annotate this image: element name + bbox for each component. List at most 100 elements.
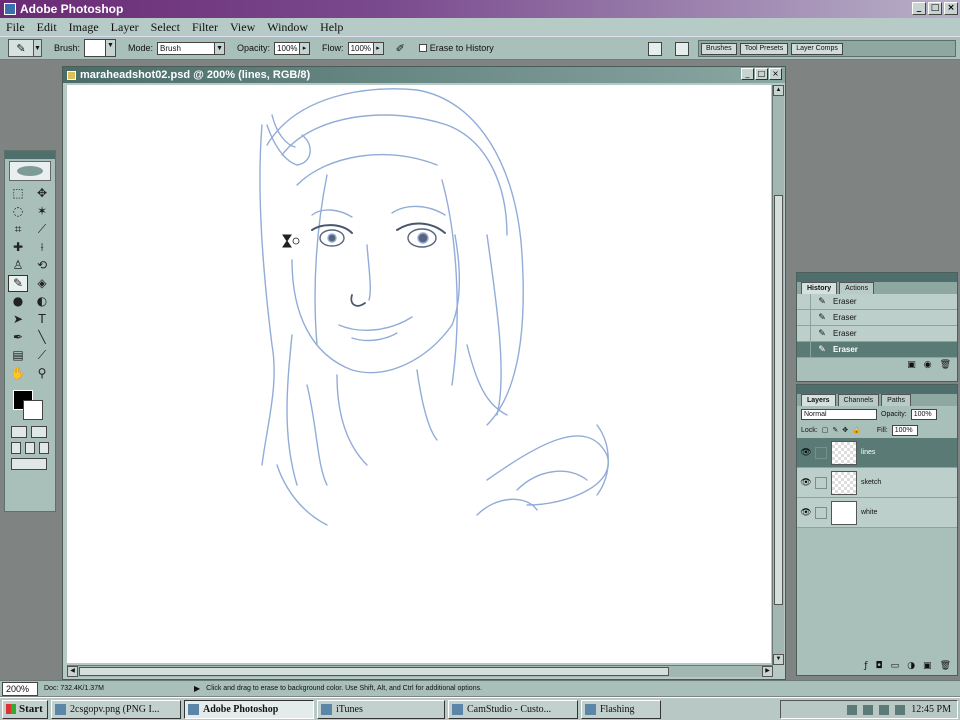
- new-document-from-state-icon[interactable]: ▣: [907, 360, 916, 370]
- mode-select[interactable]: Brush: [157, 41, 216, 55]
- lock-transparency-icon[interactable]: ▢: [822, 426, 829, 434]
- slice-tool-icon[interactable]: ⟋: [32, 221, 52, 238]
- menu-window[interactable]: Window: [267, 20, 308, 35]
- history-item[interactable]: ✎ Eraser: [797, 293, 957, 310]
- chevron-down-icon[interactable]: ▼: [34, 39, 42, 57]
- background-color-swatch[interactable]: [23, 400, 43, 420]
- layer-fill-field[interactable]: 100%: [891, 424, 918, 436]
- eye-icon[interactable]: 👁: [797, 448, 815, 458]
- menu-layer[interactable]: Layer: [111, 20, 139, 35]
- lock-all-icon[interactable]: 🔒: [852, 426, 861, 434]
- maximize-button[interactable]: □: [928, 2, 942, 15]
- menu-image[interactable]: Image: [69, 20, 99, 35]
- scroll-up-arrow-icon[interactable]: ▲: [773, 85, 784, 96]
- menu-filter[interactable]: Filter: [192, 20, 218, 35]
- hand-tool-icon[interactable]: ✋: [8, 365, 28, 382]
- taskbar-item[interactable]: CamStudio - Custo...: [448, 699, 578, 719]
- eraser-tool-icon[interactable]: ✎: [8, 275, 28, 292]
- clock[interactable]: 12:45 PM: [911, 704, 951, 715]
- document-title-bar[interactable]: maraheadshot02.psd @ 200% (lines, RGB/8): [63, 67, 785, 83]
- layers-palette-header[interactable]: [797, 385, 957, 394]
- file-browser-icon[interactable]: [648, 42, 662, 56]
- lock-position-icon[interactable]: ✥: [842, 426, 848, 434]
- tab-actions[interactable]: Actions: [839, 282, 875, 294]
- horizontal-scroll-thumb[interactable]: [79, 667, 669, 676]
- flow-field[interactable]: 100%: [347, 41, 374, 55]
- brush-picker[interactable]: [84, 39, 107, 57]
- dodge-tool-icon[interactable]: ◐: [32, 293, 52, 310]
- toolbox-header[interactable]: [5, 151, 55, 159]
- screen-mode-full-button[interactable]: [39, 442, 49, 454]
- airbrush-icon[interactable]: ✐: [396, 42, 405, 55]
- horizontal-scrollbar[interactable]: ◀ ▶: [67, 665, 773, 677]
- start-button[interactable]: Start: [2, 699, 48, 719]
- new-snapshot-icon[interactable]: ◉: [924, 360, 932, 370]
- line-tool-icon[interactable]: ╲: [32, 329, 52, 346]
- menu-select[interactable]: Select: [151, 20, 180, 35]
- layer-row[interactable]: 👁 lines: [797, 438, 957, 468]
- eyedropper-tool-icon[interactable]: ⟋: [32, 347, 52, 364]
- lasso-tool-icon[interactable]: ◌: [8, 203, 28, 220]
- tab-paths[interactable]: Paths: [881, 394, 912, 406]
- screen-mode-standard-button[interactable]: [11, 442, 21, 454]
- blur-tool-icon[interactable]: ●: [8, 293, 28, 310]
- delete-layer-icon[interactable]: 🗑: [940, 661, 951, 671]
- new-layer-icon[interactable]: ▣: [923, 661, 932, 671]
- palette-toggle-icon[interactable]: [675, 42, 689, 56]
- shield-icon[interactable]: [895, 704, 906, 715]
- scroll-left-arrow-icon[interactable]: ◀: [67, 666, 78, 677]
- well-tab-brushes[interactable]: Brushes: [701, 42, 737, 55]
- zoom-tool-icon[interactable]: ⚲: [32, 365, 52, 382]
- well-tab-layer-comps[interactable]: Layer Comps: [791, 42, 843, 55]
- new-set-icon[interactable]: ▭: [891, 661, 900, 671]
- layer-opacity-field[interactable]: 100%: [910, 408, 937, 420]
- mode-dropdown[interactable]: ▼: [215, 41, 226, 55]
- healing-brush-tool-icon[interactable]: ✚: [8, 239, 28, 256]
- vertical-scrollbar[interactable]: ▲ ▼: [772, 85, 784, 665]
- jump-to-imageready-button[interactable]: [11, 458, 47, 470]
- clone-stamp-tool-icon[interactable]: ♙: [8, 257, 28, 274]
- quick-mask-mode-button[interactable]: [31, 426, 47, 438]
- taskbar-item[interactable]: iTunes: [317, 699, 445, 719]
- tab-layers[interactable]: Layers: [801, 394, 836, 406]
- menu-file[interactable]: File: [6, 20, 25, 35]
- zoom-field[interactable]: 200%: [2, 681, 38, 696]
- tray-app-icon[interactable]: [847, 704, 858, 715]
- well-tab-tool-presets[interactable]: Tool Presets: [739, 42, 789, 55]
- eye-icon[interactable]: 👁: [797, 478, 815, 488]
- history-item[interactable]: ✎ Eraser: [797, 309, 957, 326]
- document-info[interactable]: Doc: 732.4K/1.37M: [44, 685, 194, 692]
- opacity-dropdown[interactable]: ▸: [300, 41, 311, 55]
- menu-edit[interactable]: Edit: [37, 20, 57, 35]
- adobe-online-logo[interactable]: [9, 161, 51, 181]
- history-palette-header[interactable]: [797, 273, 957, 282]
- network-icon[interactable]: [879, 704, 890, 715]
- close-button[interactable]: ×: [944, 2, 958, 15]
- magic-wand-tool-icon[interactable]: ✶: [32, 203, 52, 220]
- crop-tool-icon[interactable]: ⌗: [8, 221, 28, 238]
- history-item-selected[interactable]: ✎ Eraser: [797, 341, 957, 358]
- menu-view[interactable]: View: [230, 20, 255, 35]
- history-brush-tool-icon[interactable]: ⟲: [32, 257, 52, 274]
- layer-row[interactable]: 👁 white: [797, 498, 957, 528]
- path-selection-tool-icon[interactable]: ➤: [8, 311, 28, 328]
- tab-channels[interactable]: Channels: [837, 394, 880, 406]
- minimize-button[interactable]: _: [912, 2, 926, 15]
- volume-icon[interactable]: [863, 704, 874, 715]
- tool-preset-picker[interactable]: ✎: [8, 39, 34, 57]
- scroll-down-arrow-icon[interactable]: ▼: [773, 654, 784, 665]
- notes-tool-icon[interactable]: ▤: [8, 347, 28, 364]
- layer-style-icon[interactable]: ƒ: [864, 661, 867, 671]
- flow-dropdown[interactable]: ▸: [373, 41, 384, 55]
- tab-history[interactable]: History: [801, 282, 838, 294]
- history-item[interactable]: ✎ Eraser: [797, 325, 957, 342]
- screen-mode-full-menu-button[interactable]: [25, 442, 35, 454]
- scroll-right-arrow-icon[interactable]: ▶: [762, 666, 773, 677]
- adjustment-layer-icon[interactable]: ◑: [907, 661, 915, 671]
- layer-mask-icon[interactable]: ◘: [876, 661, 883, 671]
- gradient-tool-icon[interactable]: ◈: [32, 275, 52, 292]
- layer-row[interactable]: 👁 sketch: [797, 468, 957, 498]
- layer-link-icon[interactable]: [815, 506, 827, 519]
- status-arrow-icon[interactable]: ▶: [194, 684, 200, 693]
- menu-help[interactable]: Help: [320, 20, 343, 35]
